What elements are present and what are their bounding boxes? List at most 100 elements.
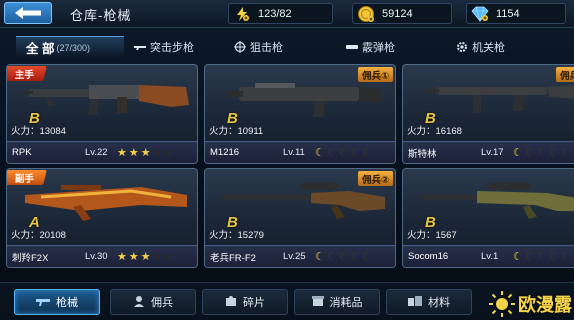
sterling-gun-image (423, 85, 574, 113)
weapon-grid: 主手 B 火力：13084 RPK Lv.22 ★ ★ ★ ★ ★ 佣兵① B 火力：1… (0, 60, 574, 280)
moon-empty-icon: ☾ (560, 251, 571, 263)
weapon-level: Lv.30 (85, 251, 108, 262)
box-icon (311, 295, 324, 310)
soldier-icon (133, 295, 145, 310)
gold-coin-icon (356, 4, 376, 24)
star-filled-icon: ★ (128, 147, 139, 159)
moon-empty-icon: ☾ (524, 251, 535, 263)
nav-tab-guns[interactable]: 枪械 (14, 289, 100, 315)
moon-filled-icon: ☾ (513, 251, 523, 263)
tab-all-label: 全 部 (26, 42, 55, 56)
moon-empty-icon: ☾ (536, 147, 547, 159)
watermark-text: 欧漫露 (518, 295, 572, 315)
weapon-level: Lv.22 (85, 147, 108, 158)
weapon-card-socom16[interactable]: B 火力：1567 Socom16 Lv.1 ☾ ☾ ☾ ☾ ☾ (402, 168, 574, 268)
firepower-label: 火力：10911 (209, 126, 264, 137)
moon-empty-icon: ☾ (326, 251, 337, 263)
bottom-navigation: 枪械 佣兵 碎片 消耗品 材料 欧漫露 (0, 282, 574, 320)
back-button[interactable] (4, 2, 52, 24)
gold-value: 59124 (382, 7, 413, 20)
star-filled-icon: ★ (117, 251, 127, 263)
moon-empty-icon: ☾ (338, 251, 349, 263)
star-rating: ★ ★ ★ ★ ★ (117, 250, 174, 263)
mercenary-badge: 佣兵② (357, 171, 393, 186)
moon-empty-icon: ☾ (362, 251, 373, 263)
star-empty-icon: ★ (152, 251, 163, 263)
firepower-label: 火力：20108 (11, 230, 66, 241)
off-hand-badge: 副手 (7, 170, 47, 185)
materials-icon (408, 295, 422, 309)
top-bar: 仓库-枪械 123/82 59124 1154 (0, 0, 574, 28)
nav-tab-mercenary-label: 佣兵 (151, 297, 173, 309)
moon-rating: ☾ ☾ ☾ ☾ ☾ (513, 250, 570, 263)
tab-shotgun[interactable]: 霰弹枪 (336, 36, 446, 58)
weapon-name: RPK (12, 147, 32, 158)
diamond-resource[interactable]: 1154 (466, 3, 566, 24)
moon-empty-icon: ☾ (350, 147, 361, 159)
nav-tab-materials-label: 材料 (428, 297, 450, 309)
weapon-name: Socom16 (408, 251, 449, 262)
tab-shotgun-label: 霰弹枪 (362, 42, 395, 54)
weapon-info-bar: Socom16 Lv.1 ☾ ☾ ☾ ☾ ☾ (403, 245, 574, 267)
nav-tab-guns-label: 枪械 (56, 297, 78, 309)
rpk-gun-image (21, 85, 189, 115)
firepower-label: 火力：1567 (407, 230, 457, 241)
moon-filled-icon: ☾ (315, 147, 325, 159)
star-filled-icon: ★ (117, 147, 127, 159)
weapon-card-f2x[interactable]: 副手 A 火力：20108 刺羚F2X Lv.30 ★ ★ ★ ★ ★ (6, 168, 198, 268)
moon-empty-icon: ☾ (326, 147, 337, 159)
tab-all[interactable]: 全 部 (27/300) (16, 36, 124, 58)
nav-tab-fragments[interactable]: 碎片 (202, 289, 288, 315)
energy-value: 123/82 (258, 7, 292, 20)
tab-machine-gun[interactable]: 机关枪 (446, 36, 546, 58)
firepower-label: 火力：13084 (11, 126, 66, 137)
nav-tab-materials[interactable]: 材料 (386, 289, 472, 315)
tab-machine-gun-label: 机关枪 (472, 42, 505, 54)
moon-empty-icon: ☾ (350, 251, 361, 263)
firepower-label: 火力：15279 (209, 230, 264, 241)
tab-all-count: (27/300) (56, 42, 91, 53)
energy-resource[interactable]: 123/82 (228, 3, 333, 24)
moon-filled-icon: ☾ (513, 147, 523, 159)
weapon-level: Lv.17 (481, 147, 504, 158)
page-title: 仓库-枪械 (70, 8, 132, 23)
moon-rating: ☾ ☾ ☾ ☾ ☾ (315, 146, 372, 159)
weapon-info-bar: 刺羚F2X Lv.30 ★ ★ ★ ★ ★ (7, 245, 197, 267)
moon-empty-icon: ☾ (362, 147, 373, 159)
star-filled-icon: ★ (140, 251, 151, 263)
weapon-info-bar: 老兵FR-F2 Lv.25 ☾ ☾ ☾ ☾ ☾ (205, 245, 395, 267)
back-arrow-icon (15, 7, 41, 19)
main-hand-badge: 主手 (7, 66, 47, 81)
diamond-icon (470, 4, 490, 24)
rifle-icon (134, 44, 146, 50)
moon-filled-icon: ☾ (315, 251, 325, 263)
firepower-label: 火力：16168 (407, 126, 462, 137)
weapon-level: Lv.1 (481, 251, 499, 262)
weapon-info-bar: M1216 Lv.11 ☾ ☾ ☾ ☾ ☾ (205, 141, 395, 163)
moon-empty-icon: ☾ (560, 147, 571, 159)
puzzle-piece-icon (225, 295, 237, 310)
weapon-card-rpk[interactable]: 主手 B 火力：13084 RPK Lv.22 ★ ★ ★ ★ ★ (6, 64, 198, 164)
star-empty-icon: ★ (152, 147, 163, 159)
nav-tab-consumables[interactable]: 消耗品 (294, 289, 380, 315)
nav-tab-mercenary[interactable]: 佣兵 (110, 289, 196, 315)
star-empty-icon: ★ (164, 251, 175, 263)
moon-rating: ☾ ☾ ☾ ☾ ☾ (513, 146, 570, 159)
moon-empty-icon: ☾ (536, 251, 547, 263)
moon-empty-icon: ☾ (548, 147, 559, 159)
gold-resource[interactable]: 59124 (352, 3, 452, 24)
category-tabs: 全 部 (27/300) 突击步枪 狙击枪 霰弹枪 机关枪 (16, 36, 564, 58)
nav-tab-consumables-label: 消耗品 (329, 297, 363, 309)
crosshair-icon (234, 41, 246, 53)
diamond-value: 1154 (496, 7, 520, 20)
tab-assault-rifle[interactable]: 突击步枪 (124, 36, 224, 58)
weapon-card-fr-f2[interactable]: 佣兵② B 火力：15279 老兵FR-F2 Lv.25 ☾ ☾ ☾ ☾ ☾ (204, 168, 396, 268)
tab-sniper[interactable]: 狙击枪 (224, 36, 336, 58)
weapon-card-m1216[interactable]: 佣兵① B 火力：10911 M1216 Lv.11 ☾ ☾ ☾ ☾ ☾ (204, 64, 396, 164)
moon-empty-icon: ☾ (524, 147, 535, 159)
star-filled-icon: ★ (140, 147, 151, 159)
tab-sniper-label: 狙击枪 (250, 42, 283, 54)
nav-tab-fragments-label: 碎片 (243, 297, 265, 309)
weapon-card-sterling[interactable]: 佣兵③ B 火力：16168 斯特林 Lv.17 ☾☾☾☾☾ (402, 64, 574, 164)
socom16-gun-image (421, 183, 574, 219)
